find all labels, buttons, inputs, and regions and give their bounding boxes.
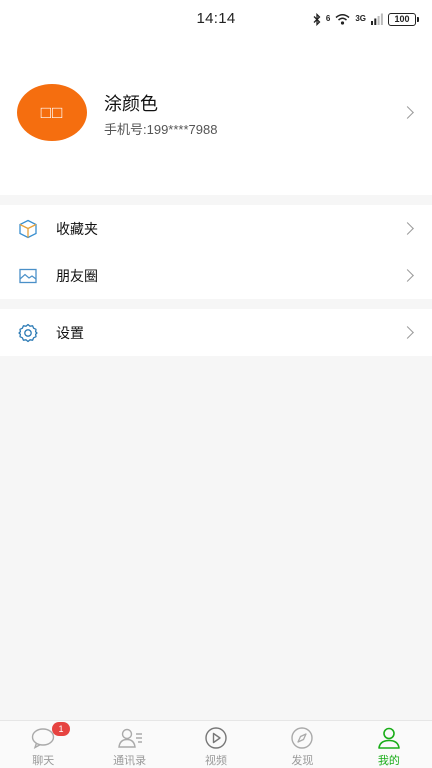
tab-video[interactable]: 视频 bbox=[173, 721, 259, 768]
menu-item-favorites[interactable]: 收藏夹 bbox=[0, 205, 432, 252]
battery-indicator: 100 bbox=[388, 12, 419, 26]
contacts-icon bbox=[117, 728, 142, 748]
tab-label: 通讯录 bbox=[113, 755, 147, 767]
network-label: 3G bbox=[355, 14, 366, 23]
status-icons: 6 3G 100 bbox=[313, 11, 419, 27]
status-bar: 14:14 6 3G 100 bbox=[0, 0, 432, 38]
menu-item-label: 收藏夹 bbox=[56, 221, 98, 237]
menu-item-label: 朋友圈 bbox=[56, 268, 98, 284]
profile-phone: 手机号:199****7988 bbox=[104, 122, 218, 137]
chevron-right-icon bbox=[401, 222, 414, 235]
chevron-right-icon bbox=[401, 326, 414, 339]
person-icon bbox=[378, 727, 400, 749]
tab-contacts[interactable]: 通讯录 bbox=[86, 721, 172, 768]
unread-badge: 1 bbox=[52, 722, 70, 736]
tab-label: 视频 bbox=[205, 755, 228, 767]
tab-discover[interactable]: 发现 bbox=[259, 721, 345, 768]
profile-card[interactable]: □□ 涂颜色 手机号:199****7988 bbox=[0, 38, 432, 195]
cube-icon bbox=[19, 219, 37, 239]
chevron-right-icon bbox=[401, 106, 414, 119]
wifi-icon bbox=[335, 14, 350, 25]
tab-label: 发现 bbox=[291, 755, 314, 767]
menu-group-1: 收藏夹 朋友圈 bbox=[0, 205, 432, 299]
menu-item-label: 设置 bbox=[56, 325, 84, 341]
tab-me[interactable]: 我的 bbox=[346, 721, 432, 768]
chevron-right-icon bbox=[401, 269, 414, 282]
tab-label: 我的 bbox=[377, 755, 400, 767]
bluetooth-icon bbox=[313, 12, 321, 26]
bottom-tab-bar: 1 聊天 通讯录 视频 发现 我的 bbox=[0, 720, 432, 768]
profile-name: 涂颜色 bbox=[104, 94, 158, 114]
compass-icon bbox=[291, 727, 314, 749]
gear-icon bbox=[18, 323, 38, 343]
play-circle-icon bbox=[205, 727, 227, 749]
menu-item-settings[interactable]: 设置 bbox=[0, 309, 432, 356]
wifi-label: 6 bbox=[325, 14, 331, 23]
image-icon bbox=[19, 268, 37, 284]
tab-chat[interactable]: 1 聊天 bbox=[0, 721, 86, 768]
tab-label: 聊天 bbox=[32, 755, 55, 767]
menu-group-2: 设置 bbox=[0, 309, 432, 356]
app-screen: 14:14 6 3G 100 □□ 涂颜色 手机号:199****7988 收藏… bbox=[0, 0, 432, 768]
signal-icon bbox=[371, 13, 383, 25]
menu-item-moments[interactable]: 朋友圈 bbox=[0, 252, 432, 299]
avatar[interactable]: □□ bbox=[17, 84, 87, 141]
